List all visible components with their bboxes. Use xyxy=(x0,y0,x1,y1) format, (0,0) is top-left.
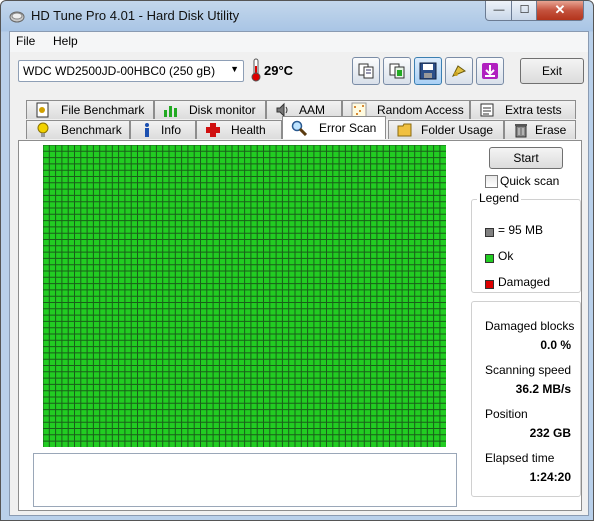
minimize-button[interactable]: — xyxy=(485,1,513,21)
client-area: File Help WDC WD2500JD-00HBC0 (250 gB) ▼… xyxy=(9,31,589,516)
legend-swatch-damaged xyxy=(485,280,494,289)
menu-help[interactable]: Help xyxy=(53,34,78,48)
disk-monitor-icon xyxy=(164,106,177,117)
drive-select-value: WDC WD2500JD-00HBC0 (250 gB) xyxy=(23,64,216,78)
tab-label: File Benchmark xyxy=(61,103,145,117)
tab-label: Error Scan xyxy=(319,121,377,135)
file-benchmark-icon xyxy=(36,102,49,118)
tab-label: Health xyxy=(231,123,266,137)
info-icon xyxy=(145,123,149,137)
elapsed-time-value: 1:24:20 xyxy=(529,470,571,484)
tab-label: Benchmark xyxy=(61,123,122,137)
error-scan-panel: Start Quick scan Legend = 95 MB Ok Damag… xyxy=(18,140,582,511)
folder-icon xyxy=(397,123,412,137)
scan-log-box[interactable] xyxy=(33,453,457,507)
drive-select[interactable]: WDC WD2500JD-00HBC0 (250 gB) ▼ xyxy=(18,60,244,82)
elapsed-time-label: Elapsed time xyxy=(485,451,555,465)
toolbar: WDC WD2500JD-00HBC0 (250 gB) ▼ 29°C Exit xyxy=(10,52,588,92)
scanning-speed-label: Scanning speed xyxy=(485,363,572,377)
tab-info[interactable]: Info xyxy=(130,120,196,139)
magnifier-icon xyxy=(291,120,307,136)
tab-health[interactable]: Health xyxy=(196,120,282,139)
legend-ok: Ok xyxy=(498,249,514,263)
legend-swatch-block xyxy=(485,228,494,237)
copy-info-button[interactable] xyxy=(352,57,380,85)
exit-button[interactable]: Exit xyxy=(520,58,584,84)
legend-title: Legend xyxy=(477,191,522,205)
extra-tests-icon xyxy=(480,103,494,117)
scan-block-map xyxy=(43,145,446,447)
tab-label: Erase xyxy=(535,123,567,137)
save-icon xyxy=(419,62,437,80)
damaged-blocks-label: Damaged blocks xyxy=(485,319,575,333)
trash-icon xyxy=(515,124,527,138)
legend-block-size: = 95 MB xyxy=(498,223,544,237)
health-cross-icon xyxy=(206,123,220,137)
maximize-button[interactable]: ☐ xyxy=(511,1,538,21)
copy-all-button[interactable] xyxy=(383,57,411,85)
tab-file-benchmark[interactable]: File Benchmark xyxy=(26,100,154,119)
save-button[interactable] xyxy=(414,57,442,85)
app-window: HD Tune Pro 4.01 - Hard Disk Utility — ☐… xyxy=(0,0,594,521)
scan-block-grid xyxy=(43,145,446,447)
chevron-down-icon: ▼ xyxy=(230,64,239,74)
damaged-blocks-value: 0.0 % xyxy=(540,338,571,352)
download-button[interactable] xyxy=(476,57,504,85)
tab-extra-tests[interactable]: Extra tests xyxy=(470,100,576,119)
tab-label: Random Access xyxy=(377,103,464,117)
tab-disk-monitor[interactable]: Disk monitor xyxy=(154,100,266,119)
quick-scan-checkbox[interactable] xyxy=(485,175,498,188)
scanning-speed-value: 36.2 MB/s xyxy=(515,382,571,396)
tab-erase[interactable]: Erase xyxy=(504,120,576,139)
thermometer-icon xyxy=(251,58,261,82)
tab-benchmark[interactable]: Benchmark xyxy=(26,120,130,139)
options-icon xyxy=(451,65,467,77)
tab-label: Info xyxy=(161,123,182,137)
tab-folder-usage[interactable]: Folder Usage xyxy=(388,120,504,139)
title-bar[interactable]: HD Tune Pro 4.01 - Hard Disk Utility — ☐… xyxy=(1,1,593,31)
tab-label: Extra tests xyxy=(505,103,562,117)
benchmark-icon xyxy=(37,122,49,137)
download-icon xyxy=(482,63,498,79)
app-icon xyxy=(9,11,25,23)
legend-swatch-ok xyxy=(485,254,494,263)
menu-file[interactable]: File xyxy=(16,34,35,48)
close-button[interactable]: ✕ xyxy=(536,1,584,21)
window-title: HD Tune Pro 4.01 - Hard Disk Utility xyxy=(31,8,240,23)
copy-icon xyxy=(358,63,374,79)
tab-label: AAM xyxy=(299,103,326,117)
quick-scan-label[interactable]: Quick scan xyxy=(500,174,559,188)
copy-all-icon xyxy=(389,63,405,79)
tab-error-scan[interactable]: Error Scan xyxy=(282,116,386,139)
position-value: 232 GB xyxy=(529,426,571,440)
tab-label: Disk monitor xyxy=(189,103,256,117)
temperature-readout: 29°C xyxy=(264,63,294,78)
menu-bar: File Help xyxy=(10,32,588,52)
tab-label: Folder Usage xyxy=(421,123,494,137)
position-label: Position xyxy=(485,407,528,421)
options-button[interactable] xyxy=(445,57,473,85)
start-button[interactable]: Start xyxy=(489,147,563,169)
legend-damaged: Damaged xyxy=(498,275,551,289)
